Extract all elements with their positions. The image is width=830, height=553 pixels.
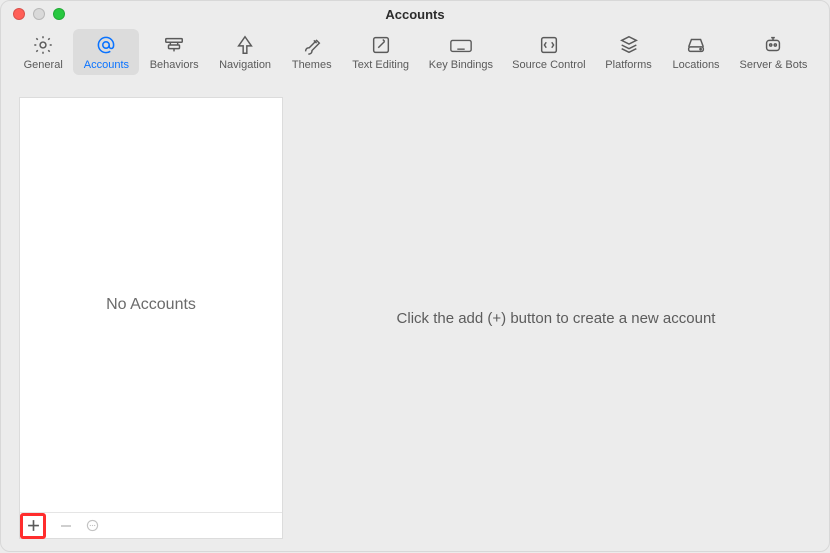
tab-label: Key Bindings [429, 59, 493, 71]
detail-prompt: Click the add (+) button to create a new… [397, 310, 716, 327]
tab-behaviors[interactable]: Behaviors [139, 29, 208, 75]
tab-label: Server & Bots [740, 59, 808, 71]
minus-icon [60, 520, 72, 532]
accounts-list-empty: No Accounts [20, 98, 282, 512]
plus-icon [27, 519, 40, 532]
accounts-sidebar: No Accounts [19, 97, 283, 539]
account-actions-button[interactable] [83, 517, 101, 535]
disk-icon [683, 33, 709, 57]
tab-key-bindings[interactable]: Key Bindings [419, 29, 503, 75]
tab-accounts[interactable]: Accounts [73, 29, 139, 75]
tab-label: Locations [672, 59, 719, 71]
tab-server-bots[interactable]: Server & Bots [730, 29, 817, 75]
account-detail-panel: Click the add (+) button to create a new… [283, 97, 829, 539]
gear-icon [30, 33, 56, 57]
titlebar: Accounts [1, 1, 829, 27]
tab-label: Platforms [605, 59, 651, 71]
behaviors-icon [161, 33, 187, 57]
tab-text-editing[interactable]: Text Editing [342, 29, 419, 75]
layers-icon [616, 33, 642, 57]
add-account-button[interactable] [24, 517, 42, 535]
source-control-icon [536, 33, 562, 57]
tab-themes[interactable]: Themes [281, 29, 342, 75]
tab-label: Source Control [512, 59, 585, 71]
preferences-toolbar: General Accounts Behaviors Navig [1, 27, 829, 83]
edit-icon [368, 33, 394, 57]
at-sign-icon [93, 33, 119, 57]
accounts-sidebar-footer [20, 512, 282, 538]
ellipsis-circle-icon [86, 519, 99, 532]
robot-icon [760, 33, 786, 57]
tab-label: Behaviors [150, 59, 199, 71]
tab-source-control[interactable]: Source Control [503, 29, 595, 75]
tab-label: Themes [292, 59, 332, 71]
paintbrush-icon [299, 33, 325, 57]
tab-label: Navigation [219, 59, 271, 71]
tab-platforms[interactable]: Platforms [595, 29, 662, 75]
keyboard-icon [448, 33, 474, 57]
tab-navigation[interactable]: Navigation [209, 29, 281, 75]
remove-account-button[interactable] [57, 517, 75, 535]
tab-label: Text Editing [352, 59, 409, 71]
navigation-icon [232, 33, 258, 57]
tab-label: Accounts [84, 59, 129, 71]
tab-general[interactable]: General [13, 29, 73, 75]
window-title: Accounts [1, 7, 829, 22]
empty-message: No Accounts [106, 296, 196, 314]
tab-label: General [24, 59, 63, 71]
tab-locations[interactable]: Locations [662, 29, 730, 75]
